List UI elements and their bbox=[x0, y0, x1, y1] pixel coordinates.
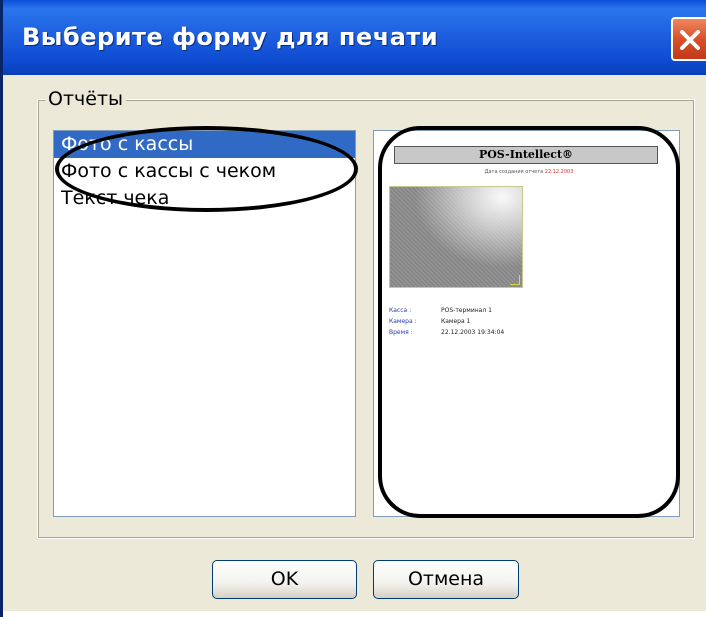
window-bottom-edge bbox=[0, 611, 706, 617]
list-item[interactable]: Фото с кассы с чеком bbox=[54, 158, 355, 185]
window-title: Выберите форму для печати bbox=[22, 23, 439, 51]
info-label: Время : bbox=[389, 329, 413, 336]
close-icon bbox=[680, 30, 700, 50]
reports-group-label: Отчёты bbox=[45, 88, 127, 110]
ok-button[interactable]: OK bbox=[212, 560, 357, 599]
preview-photo bbox=[389, 186, 523, 288]
report-preview: POS-Intellect® Дата создания отчета 22.1… bbox=[373, 130, 680, 517]
info-label: Камера : bbox=[389, 318, 417, 325]
preview-date-value: 22.12.2003 bbox=[544, 169, 574, 175]
preview-header: POS-Intellect® bbox=[394, 146, 658, 164]
list-item-label: Текст чека bbox=[61, 187, 170, 209]
close-button[interactable] bbox=[671, 17, 706, 61]
info-label: Касса : bbox=[389, 307, 412, 314]
info-value: 22.12.2003 19:34:04 bbox=[441, 329, 505, 336]
title-bar[interactable]: Выберите форму для печати bbox=[0, 0, 706, 75]
print-form-dialog: Выберите форму для печати Отчёты Фото с … bbox=[0, 0, 706, 617]
list-item-label: Фото с кассы с чеком bbox=[61, 160, 277, 182]
list-item-label: Фото с кассы bbox=[61, 133, 194, 155]
preview-date-line: Дата создания отчета 22.12.2003 bbox=[444, 169, 614, 175]
info-value: Камера 1 bbox=[441, 318, 471, 325]
info-value: POS-терминал 1 bbox=[441, 307, 492, 314]
report-form-list[interactable]: Фото с кассы Фото с кассы с чеком Текст … bbox=[53, 130, 356, 517]
cancel-button[interactable]: Отмена bbox=[373, 560, 519, 599]
preview-date-label: Дата создания отчета bbox=[484, 169, 544, 175]
list-item[interactable]: Фото с кассы bbox=[54, 131, 355, 158]
list-item[interactable]: Текст чека bbox=[54, 185, 355, 212]
